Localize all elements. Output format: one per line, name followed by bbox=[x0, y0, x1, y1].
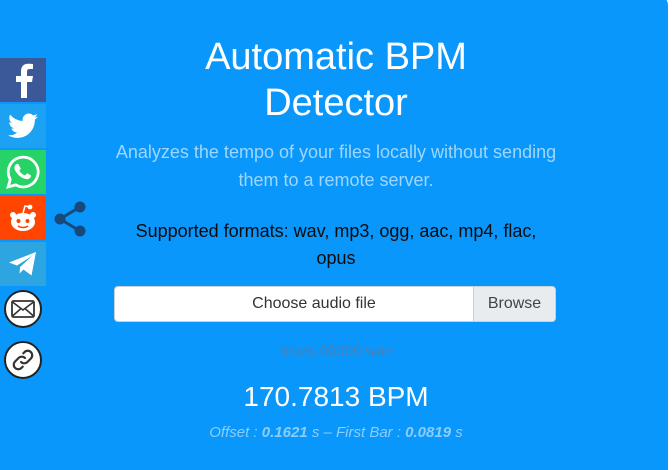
share-facebook-button[interactable] bbox=[0, 58, 46, 102]
share-telegram-button[interactable] bbox=[0, 242, 46, 286]
copy-link-button[interactable] bbox=[4, 341, 42, 379]
offset-unit: s – First Bar : bbox=[307, 424, 406, 441]
browse-button[interactable]: Browse bbox=[473, 287, 555, 321]
page-title: Automatic BPM Detector bbox=[0, 34, 672, 126]
first-bar-value: 0.0819 bbox=[405, 424, 452, 441]
share-whatsapp-button[interactable] bbox=[0, 150, 46, 194]
share-twitter-button[interactable] bbox=[0, 104, 46, 148]
offset-label: Offset : bbox=[209, 424, 262, 441]
first-bar-unit: s bbox=[451, 424, 463, 441]
bpm-result: 170.7813 BPM bbox=[243, 381, 429, 412]
whatsapp-icon bbox=[6, 155, 40, 189]
title-line-2: Detector bbox=[264, 82, 408, 124]
share-icon bbox=[54, 201, 86, 237]
share-toggle-button[interactable] bbox=[52, 199, 88, 239]
file-input-placeholder[interactable]: Choose audio file bbox=[115, 287, 473, 321]
audio-file-input[interactable]: Choose audio file Browse bbox=[114, 286, 556, 322]
supported-formats: Supported formats: wav, mp3, ogg, aac, m… bbox=[110, 218, 562, 272]
mail-icon bbox=[11, 300, 35, 318]
selected-filename: blues.00009.wav bbox=[279, 343, 393, 360]
link-icon bbox=[12, 349, 34, 371]
telegram-icon bbox=[9, 252, 36, 276]
share-email-button[interactable] bbox=[4, 290, 42, 328]
offset-value: 0.1621 bbox=[261, 424, 308, 441]
supported-formats-line-2: opus bbox=[316, 248, 356, 268]
offset-info: Offset : 0.1621 s – First Bar : 0.0819 s bbox=[0, 423, 672, 443]
main-panel: Automatic BPM Detector Analyzes the temp… bbox=[0, 0, 672, 470]
supported-formats-line-1: Supported formats: wav, mp3, ogg, aac, m… bbox=[135, 221, 537, 241]
share-reddit-button[interactable] bbox=[0, 196, 46, 240]
facebook-icon bbox=[16, 63, 33, 98]
title-line-1: Automatic BPM bbox=[205, 36, 467, 78]
reddit-icon bbox=[10, 204, 36, 231]
twitter-icon bbox=[8, 113, 38, 138]
page-subtitle: Analyzes the tempo of your files locally… bbox=[115, 142, 557, 190]
